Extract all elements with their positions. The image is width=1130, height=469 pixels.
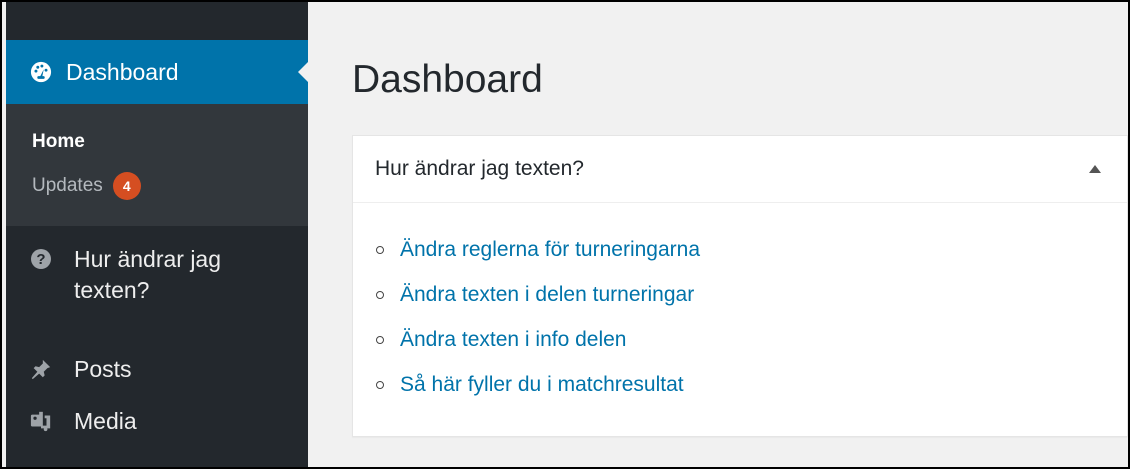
arrow-up-icon bbox=[1089, 165, 1101, 173]
menu-item-help-text[interactable]: ? Hur ändrar jag texten? bbox=[6, 244, 308, 322]
pin-icon bbox=[30, 358, 52, 380]
menu-item-media[interactable]: Media bbox=[6, 406, 308, 446]
help-widget: Hur ändrar jag texten? Ändra reglerna fö… bbox=[352, 135, 1128, 437]
media-icon bbox=[30, 410, 52, 432]
submenu-item-updates[interactable]: Updates 4 bbox=[6, 164, 308, 208]
circle-bullet-icon bbox=[376, 380, 384, 389]
main-content: Dashboard Hur ändrar jag texten? Ändra r… bbox=[308, 2, 1128, 467]
dashboard-submenu: Home Updates 4 bbox=[6, 104, 308, 226]
help-link[interactable]: Ändra texten i info delen bbox=[400, 328, 627, 352]
update-count-badge: 4 bbox=[112, 172, 141, 200]
list-item: Ändra texten i delen turneringar bbox=[373, 272, 1127, 317]
submenu-item-label: Updates bbox=[32, 175, 103, 196]
widget-title: Hur ändrar jag texten? bbox=[375, 157, 584, 180]
help-link[interactable]: Ändra reglerna för turneringarna bbox=[400, 238, 700, 262]
widget-header[interactable]: Hur ändrar jag texten? bbox=[353, 136, 1127, 203]
help-link[interactable]: Så här fyller du i matchresultat bbox=[400, 373, 684, 397]
dashboard-icon bbox=[30, 61, 52, 83]
list-item: Så här fyller du i matchresultat bbox=[373, 362, 1127, 407]
help-link-list: Ändra reglerna för turneringarna Ändra t… bbox=[353, 203, 1127, 407]
svg-text:?: ? bbox=[36, 251, 45, 268]
help-icon: ? bbox=[30, 248, 52, 270]
menu-item-label: Media bbox=[74, 408, 137, 434]
menu-item-dashboard[interactable]: Dashboard bbox=[6, 40, 309, 104]
list-item: Ändra reglerna för turneringarna bbox=[373, 227, 1127, 272]
help-link[interactable]: Ändra texten i delen turneringar bbox=[400, 283, 694, 307]
admin-sidebar: Dashboard Home Updates 4 ? Hur ändrar ja… bbox=[6, 2, 309, 467]
page-title: Dashboard bbox=[352, 58, 543, 101]
window-frame: Dashboard Home Updates 4 ? Hur ändrar ja… bbox=[0, 0, 1130, 469]
circle-bullet-icon bbox=[376, 290, 384, 299]
menu-item-posts[interactable]: Posts bbox=[6, 354, 308, 396]
submenu-item-label: Home bbox=[32, 131, 85, 152]
list-item: Ändra texten i info delen bbox=[373, 317, 1127, 362]
collapse-toggle-button[interactable] bbox=[1075, 149, 1115, 189]
submenu-item-home[interactable]: Home bbox=[6, 120, 308, 164]
circle-bullet-icon bbox=[376, 245, 384, 254]
sidebar-top-spacer bbox=[6, 2, 308, 40]
menu-item-label: Dashboard bbox=[66, 58, 179, 85]
circle-bullet-icon bbox=[376, 335, 384, 344]
menu-item-label: Hur ändrar jag texten? bbox=[74, 246, 222, 303]
menu-item-label: Posts bbox=[74, 356, 132, 382]
